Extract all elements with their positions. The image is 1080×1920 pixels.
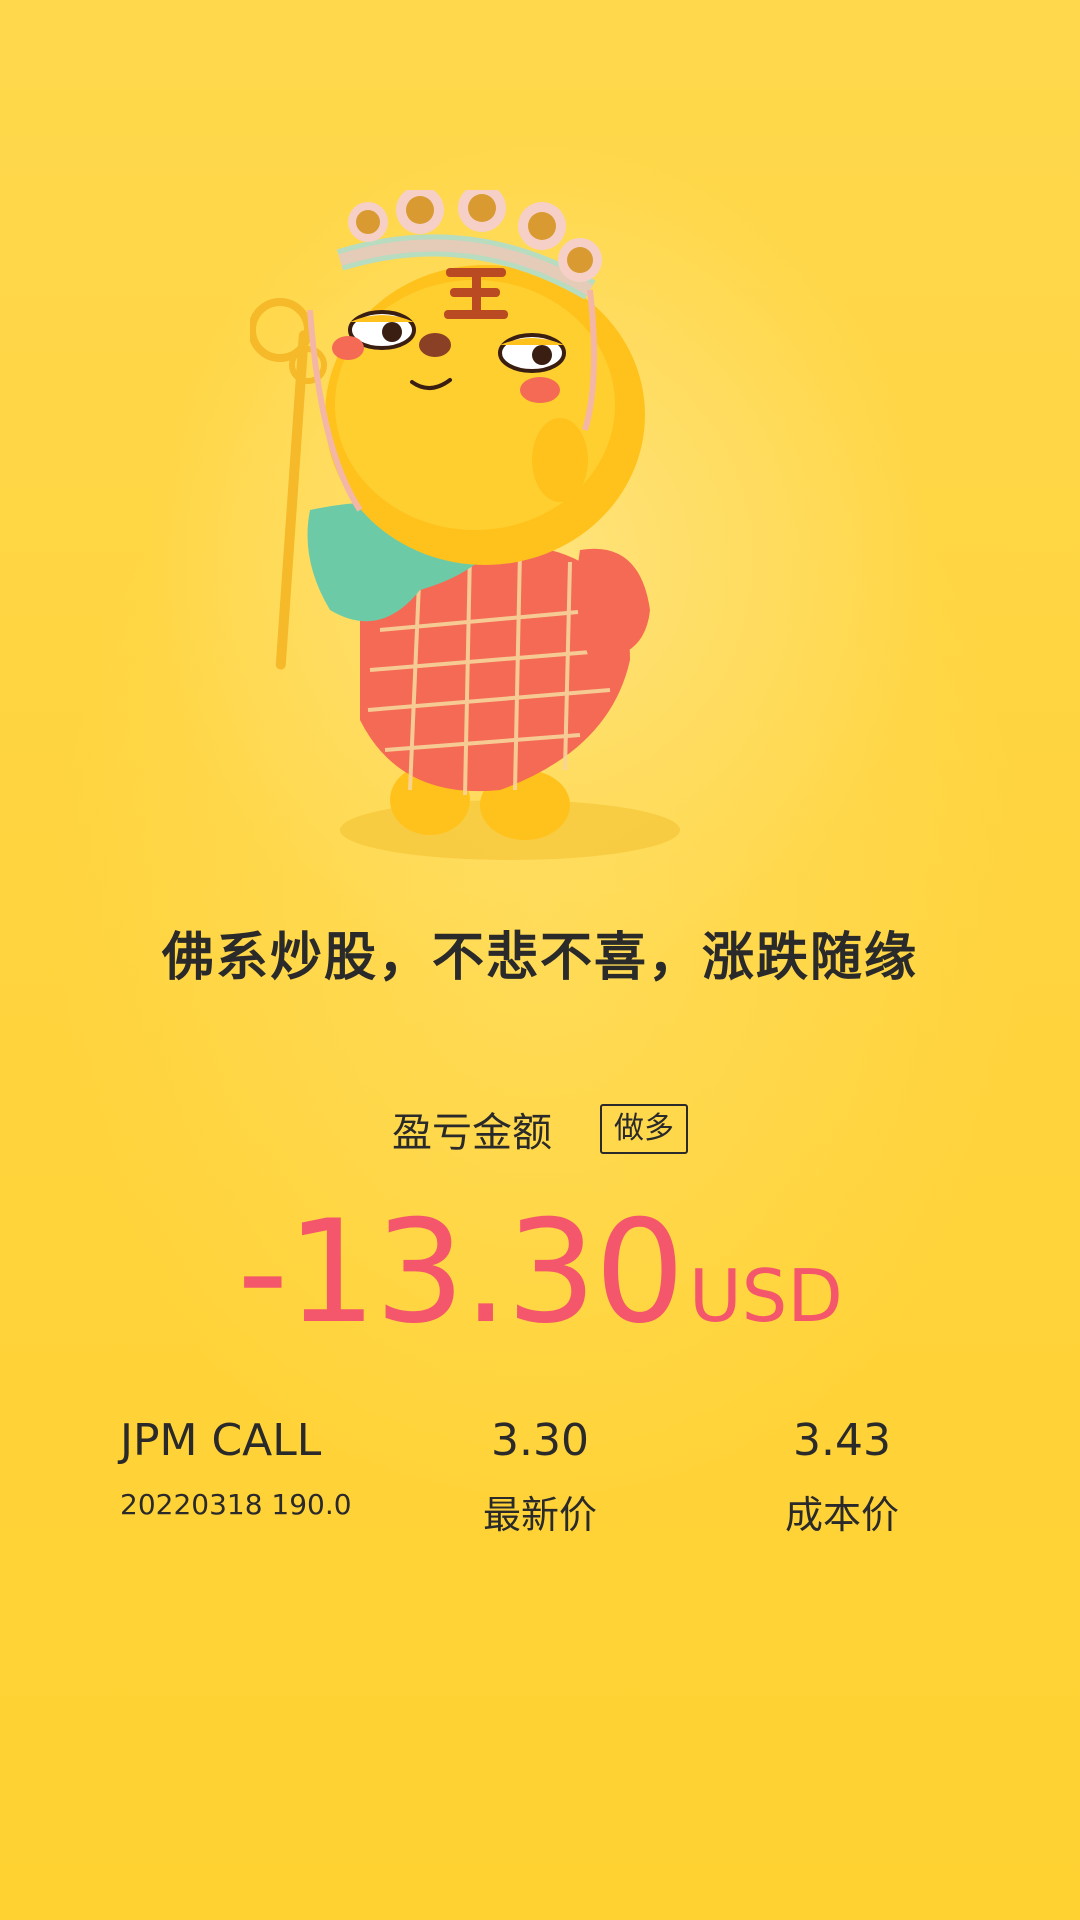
latest-price-info: 3.30 最新价 — [440, 1415, 640, 1539]
pnl-amount-value: -13.30 — [237, 1190, 685, 1355]
cost-price-info: 3.43 成本价 — [742, 1415, 942, 1539]
cost-price-value: 3.43 — [793, 1415, 891, 1466]
contract-info: JPM CALL 20220318 190.0 — [120, 1415, 360, 1521]
tagline: 佛系炒股，不悲不喜，涨跌随缘 — [161, 928, 918, 988]
tiger-mascot-illustration — [250, 190, 680, 860]
cost-price-label: 成本价 — [784, 1493, 899, 1537]
pnl-label: 盈亏金额 — [392, 1110, 552, 1156]
pnl-header: 盈亏金额 做多 — [0, 1100, 1080, 1158]
direction-badge: 做多 — [600, 1104, 688, 1154]
latest-price-label: 最新价 — [482, 1493, 597, 1537]
pnl-currency: USD — [688, 1254, 843, 1338]
latest-price-value: 3.30 — [491, 1415, 589, 1466]
contract-name: JPM CALL — [120, 1415, 322, 1466]
pnl-amount: -13.30 USD — [0, 1190, 1080, 1355]
position-info: JPM CALL 20220318 190.0 3.30 最新价 3.43 成本… — [0, 1415, 1080, 1555]
contract-detail: 20220318 190.0 — [120, 1488, 352, 1521]
